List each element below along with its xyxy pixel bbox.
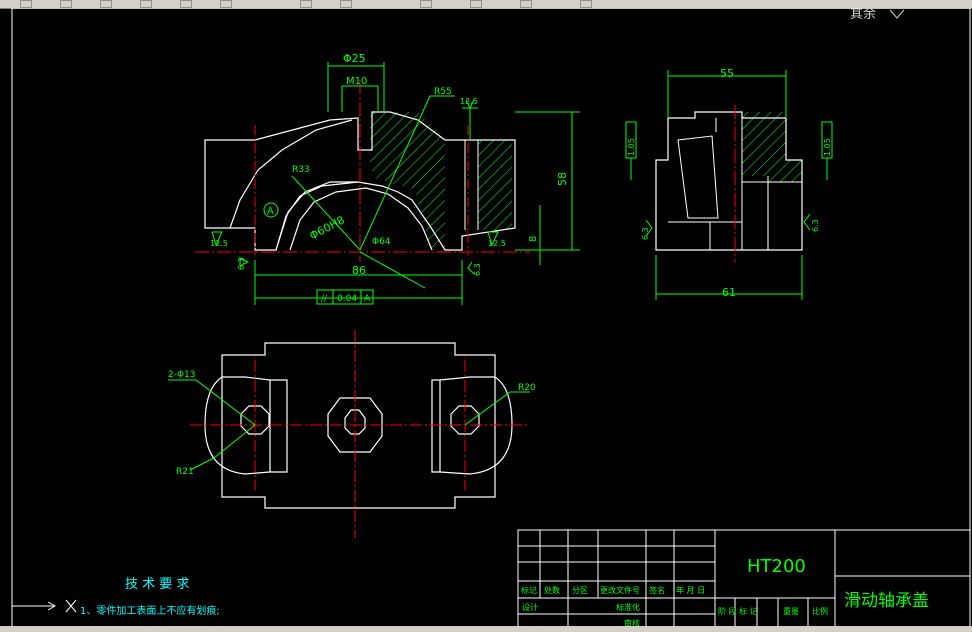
technical-requirements-title: 技 术 要 求 <box>125 577 189 592</box>
stage-label: 阶 段 标 记 <box>718 606 758 616</box>
side-view <box>655 105 803 262</box>
toolbar-button[interactable] <box>20 0 32 8</box>
header-date: 年 月 日 <box>676 585 705 595</box>
drawing-canvas[interactable]: 其余 Φ25 M10 R55 12.5 R33 A Φ60H8 Φ64 12.5… <box>0 8 972 626</box>
toolbar-button[interactable] <box>220 0 232 8</box>
toolbar-button[interactable] <box>420 0 432 8</box>
dimension-m10: M10 <box>346 76 367 87</box>
toolbar-button[interactable] <box>520 0 532 8</box>
roughness-symbol-icon <box>889 9 905 19</box>
front-view <box>195 80 530 262</box>
scale-label: 比例 <box>812 606 828 616</box>
drawing-frame <box>11 8 971 626</box>
header-change-doc: 更改文件号 <box>600 585 640 595</box>
toolbar-button[interactable] <box>580 0 592 8</box>
roughness-right: 12.5 <box>488 239 506 248</box>
tolerance-left: 1.05 <box>627 138 636 156</box>
roughness-side-right: 6.3 <box>811 219 820 232</box>
dimension-r55: R55 <box>434 87 452 97</box>
dimension-r20: R20 <box>518 383 536 393</box>
header-count: 处数 <box>544 585 560 595</box>
header-zone: 分区 <box>572 586 588 595</box>
dimension-8: 8 <box>528 236 539 242</box>
part-name: 滑动轴承盖 <box>844 591 929 611</box>
toolbar-button[interactable] <box>340 0 352 8</box>
roughness-bottom-left: 6.3 <box>237 257 246 270</box>
dimension-58: 58 <box>556 172 569 186</box>
technical-requirement-1: 1、零件加工表面上不应有划痕; <box>80 604 220 617</box>
dimension-d64: Φ64 <box>372 237 391 247</box>
header-mark: 标记 <box>521 585 537 595</box>
weight-label: 重量 <box>783 606 799 616</box>
parallelism-datum: A <box>364 294 371 304</box>
toolbar-button[interactable] <box>300 0 312 8</box>
dimension-86: 86 <box>352 264 366 277</box>
roughness-bottom-right: 6.3 <box>473 263 482 276</box>
toolbar-button[interactable] <box>470 0 482 8</box>
tolerance-right: 1.05 <box>823 138 832 156</box>
ucs-icon <box>12 599 77 613</box>
dimension-hole: 2-Φ13 <box>168 370 196 380</box>
side-view-dimensions <box>625 70 833 300</box>
parallelism-symbol: // <box>321 294 328 304</box>
parallelism-tolerance: 0.04 <box>337 294 357 304</box>
standardization-label: 标准化 <box>616 602 640 612</box>
datum-a-label: A <box>267 206 274 217</box>
dimension-d25: Φ25 <box>343 52 366 65</box>
dimension-bore: Φ60H8 <box>307 213 347 242</box>
toolbar-button[interactable] <box>60 0 72 8</box>
material-label: HT200 <box>747 556 806 577</box>
dimension-55: 55 <box>720 67 734 80</box>
toolbar-button[interactable] <box>100 0 112 8</box>
dimension-r21: R21 <box>176 467 194 477</box>
roughness-left: 12.5 <box>210 239 228 248</box>
design-label: 设计 <box>522 602 538 612</box>
surface-roughness-note: 其余 <box>850 8 876 22</box>
status-bar <box>0 626 972 632</box>
roughness-top: 12.5 <box>460 97 478 106</box>
review-label: 审核 <box>624 618 640 626</box>
dimension-r33: R33 <box>292 165 310 175</box>
toolbar-button[interactable] <box>140 0 152 8</box>
toolbar-button[interactable] <box>180 0 192 8</box>
header-signature: 签名 <box>649 585 665 595</box>
roughness-side-left: 6.3 <box>641 227 650 240</box>
dimension-61: 61 <box>722 286 736 299</box>
top-view-centerlines <box>190 330 530 538</box>
